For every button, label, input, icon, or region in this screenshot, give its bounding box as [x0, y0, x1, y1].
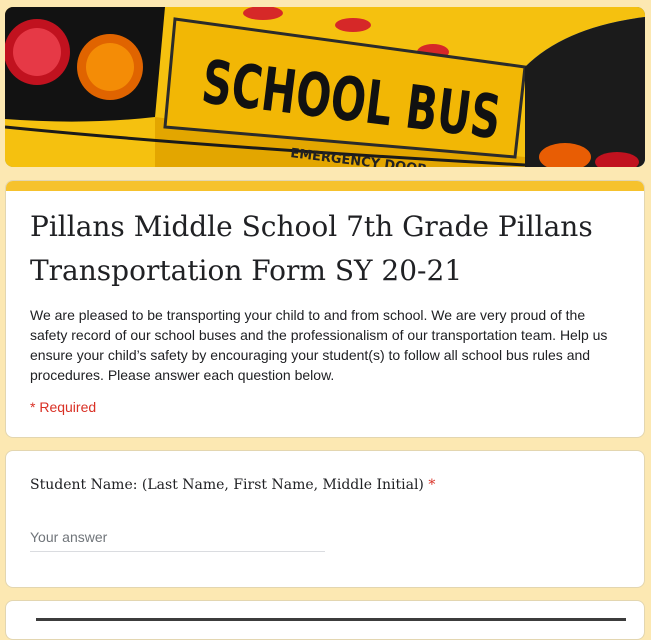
question-card-student-name: Student Name: (Last Name, First Name, Mi…: [5, 450, 645, 588]
question-label: Student Name: (Last Name, First Name, Mi…: [30, 477, 620, 493]
student-name-input[interactable]: [30, 525, 325, 552]
school-bus-image: SCHOOL BUS EMERGENCY DOOR: [5, 7, 645, 167]
form-header-card: Pillans Middle School 7th Grade Pillans …: [5, 180, 645, 438]
header-banner-image: SCHOOL BUS EMERGENCY DOOR: [5, 7, 645, 167]
required-asterisk: *: [428, 477, 436, 493]
required-note: * Required: [30, 399, 97, 415]
next-question-card: [5, 600, 645, 640]
question-text: Student Name: (Last Name, First Name, Mi…: [30, 477, 424, 493]
form-title: Pillans Middle School 7th Grade Pillans …: [30, 210, 593, 287]
form-description: We are pleased to be transporting your c…: [30, 307, 608, 383]
header-accent-bar: [6, 181, 644, 191]
